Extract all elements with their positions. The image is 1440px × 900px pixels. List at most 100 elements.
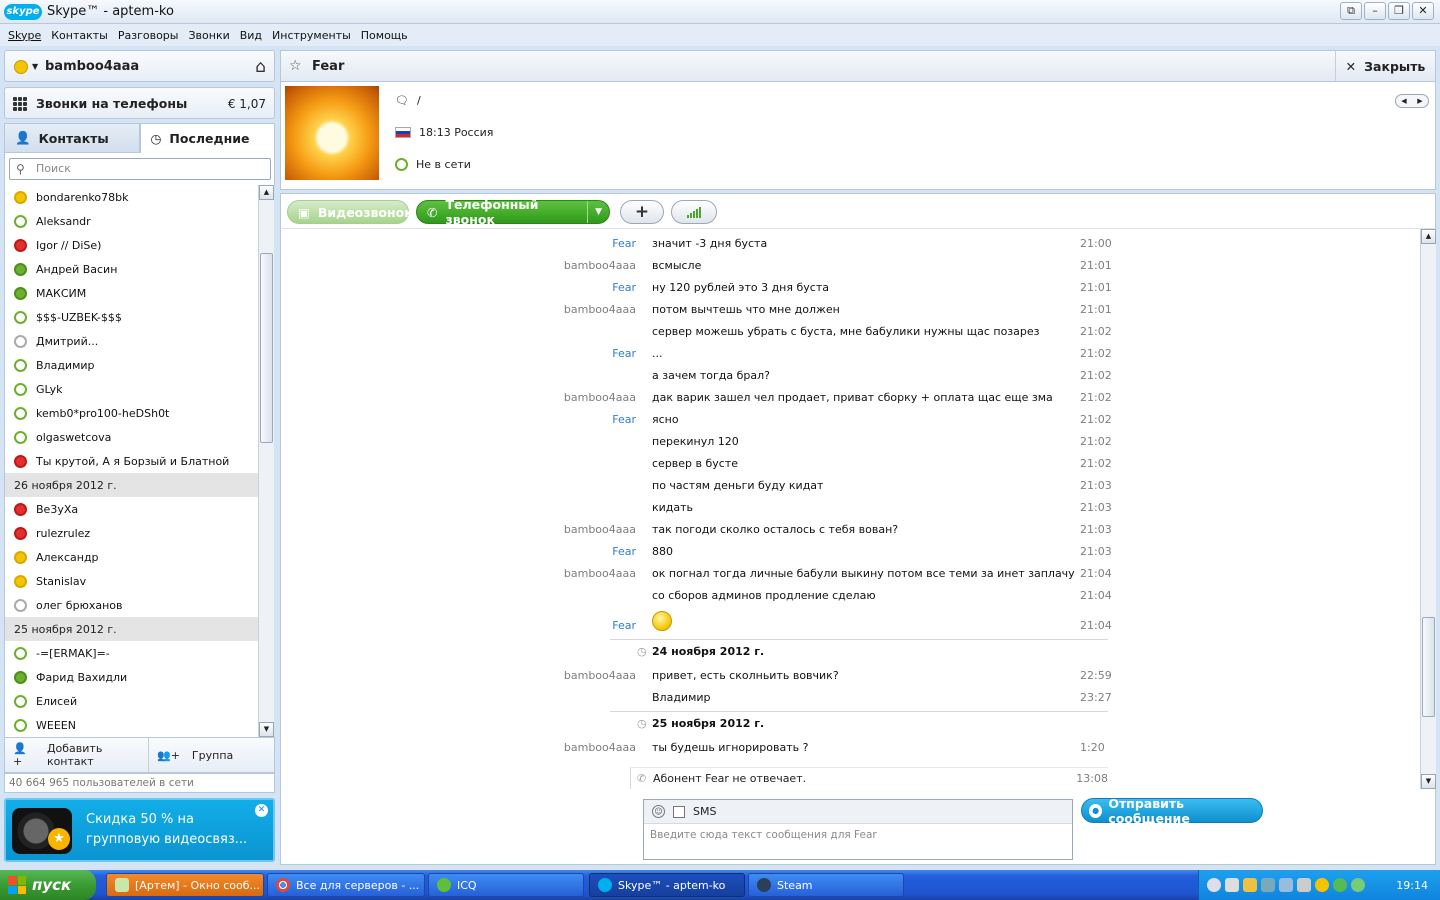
profile-bar[interactable]: ▼ bamboo4aaa ⌂ xyxy=(4,50,275,82)
message-sender[interactable]: Fear xyxy=(612,413,636,426)
contact-item[interactable]: Ты крутой, А я Борзый и Блатной xyxy=(5,449,258,473)
add-contact-button[interactable]: 👤+ Добавить контакт xyxy=(5,738,149,772)
contact-item[interactable]: Be3yXa xyxy=(5,497,258,521)
contact-item[interactable]: -=[ERMAK]=- xyxy=(5,641,258,665)
contact-avatar[interactable] xyxy=(285,86,379,180)
contact-item[interactable]: GLyk xyxy=(5,377,258,401)
sms-checkbox[interactable] xyxy=(673,805,685,818)
close-chat-button[interactable]: ✕ Закрыть xyxy=(1335,51,1435,81)
tray-steam-icon[interactable] xyxy=(1225,878,1239,892)
menu-calls[interactable]: Звонки xyxy=(188,29,229,42)
tray-icq-icon[interactable] xyxy=(1333,878,1347,892)
tray-skype-icon[interactable] xyxy=(1315,878,1329,892)
taskbar-item-chat[interactable]: [Артем] - Окно сооб... xyxy=(106,873,264,897)
message-input-box[interactable]: ☺ SMS Введите сюда текст сообщения для F… xyxy=(643,799,1073,860)
call-phones-bar[interactable]: Звонки на телефоны € 1,07 xyxy=(4,87,275,119)
status-away-icon[interactable] xyxy=(14,60,28,74)
tray-monitor-icon[interactable] xyxy=(1279,878,1293,892)
chat-scrollbar[interactable]: ▲ ▼ xyxy=(1420,229,1436,789)
scroll-down-arrow-icon[interactable]: ▼ xyxy=(1421,774,1436,789)
close-promo-icon[interactable]: ✕ xyxy=(255,804,268,817)
contact-item[interactable]: Igor // DiSe) xyxy=(5,233,258,257)
maximize-button[interactable]: ❐ xyxy=(1388,2,1410,20)
close-button[interactable]: ✕ xyxy=(1412,2,1434,20)
scroll-up-arrow-icon[interactable]: ▲ xyxy=(259,185,274,200)
tray-flower-icon[interactable] xyxy=(1351,878,1365,892)
start-button[interactable]: пуск xyxy=(0,870,96,900)
tray-app-icon[interactable] xyxy=(1243,878,1257,892)
message-sender[interactable]: bamboo4aaa xyxy=(564,303,636,316)
contact-item[interactable]: Владимир xyxy=(5,353,258,377)
tab-recent[interactable]: ◷ Последние xyxy=(139,123,275,153)
home-icon[interactable]: ⌂ xyxy=(255,57,266,77)
contact-item[interactable]: $$$-UZBEK-$$$ xyxy=(5,305,258,329)
tab-contacts[interactable]: 👤 Контакты xyxy=(4,123,140,153)
message-sender[interactable]: Fear xyxy=(612,347,636,360)
profile-nav-arrows[interactable]: ◀ ▶ xyxy=(1395,94,1429,108)
contact-item[interactable]: Stanislav xyxy=(5,569,258,593)
contact-item[interactable]: rulezrulez xyxy=(5,521,258,545)
message-sender[interactable]: bamboo4aaa xyxy=(564,259,636,272)
message-sender[interactable]: Fear xyxy=(612,619,636,632)
left-arrow-icon[interactable]: ◀ xyxy=(1396,95,1412,107)
right-arrow-icon[interactable]: ▶ xyxy=(1412,95,1428,107)
menu-tools[interactable]: Инструменты xyxy=(272,29,351,42)
minimize-button[interactable]: – xyxy=(1364,2,1386,20)
menu-contacts[interactable]: Контакты xyxy=(51,29,108,42)
scroll-thumb[interactable] xyxy=(260,253,273,443)
search-input[interactable]: Поиск xyxy=(9,158,271,180)
contact-item[interactable]: Александр xyxy=(5,545,258,569)
restore-alt-button[interactable]: ⧉ xyxy=(1340,2,1362,20)
profile-name[interactable]: bamboo4aaa xyxy=(45,59,139,74)
contact-item[interactable]: Дмитрий... xyxy=(5,329,258,353)
contact-item[interactable]: Андрей Васин xyxy=(5,257,258,281)
contact-item[interactable]: WEEEN xyxy=(5,713,258,737)
skype-credit[interactable]: € 1,07 xyxy=(228,97,266,111)
contact-item[interactable]: олег брюханов xyxy=(5,593,258,617)
contact-item[interactable]: МАКСИМ xyxy=(5,281,258,305)
menu-help[interactable]: Помощь xyxy=(361,29,408,42)
contact-item[interactable]: kemb0*pro100-heDSh0t xyxy=(5,401,258,425)
contact-item[interactable]: bondarenko78bk xyxy=(5,185,258,209)
group-button[interactable]: 👥+ Группа xyxy=(149,738,233,772)
contact-item[interactable]: Aleksandr xyxy=(5,209,258,233)
menu-skype[interactable]: Skype xyxy=(8,29,41,42)
taskbar-item-icq[interactable]: ICQ xyxy=(428,873,584,897)
favorite-star-icon[interactable]: ☆ xyxy=(289,58,302,74)
video-call-button[interactable]: ▣ Видеозвонок xyxy=(287,200,413,224)
scroll-up-arrow-icon[interactable]: ▲ xyxy=(1421,229,1436,244)
message-sender[interactable]: Fear xyxy=(612,237,636,250)
emoticon-icon[interactable]: ☺ xyxy=(652,805,665,818)
taskbar-item-steam[interactable]: Steam xyxy=(748,873,904,897)
message-sender[interactable]: bamboo4aaa xyxy=(564,523,636,536)
taskbar-item-skype[interactable]: Skype™ - aptem-ko xyxy=(589,873,745,897)
message-sender[interactable]: bamboo4aaa xyxy=(564,741,636,754)
chevron-down-icon[interactable]: ▼ xyxy=(587,201,609,223)
smile-emoticon-icon xyxy=(652,611,672,631)
message-sender[interactable]: bamboo4aaa xyxy=(564,567,636,580)
message-sender[interactable]: Fear xyxy=(612,281,636,294)
send-message-button[interactable]: ● Отправить сообщение xyxy=(1081,796,1263,826)
scroll-thumb[interactable] xyxy=(1422,617,1435,717)
contact-item[interactable]: olgaswetcova xyxy=(5,425,258,449)
add-button[interactable]: + xyxy=(620,200,664,224)
phone-call-button[interactable]: ✆ Телефонный звонок ▼ xyxy=(416,197,610,227)
message-input[interactable]: Введите сюда текст сообщения для Fear xyxy=(650,829,877,841)
scroll-down-arrow-icon[interactable]: ▼ xyxy=(259,722,274,737)
taskbar-item-chrome[interactable]: Все для серверов - ... xyxy=(267,873,425,897)
volume-icon[interactable] xyxy=(1297,878,1311,892)
tray-network-icon[interactable] xyxy=(1261,878,1275,892)
chevron-down-icon[interactable]: ▼ xyxy=(32,62,38,71)
message-sender[interactable]: Fear xyxy=(612,545,636,558)
promo-banner[interactable]: ★ Скидка 50 % на групповую видеосвяз... ✕ xyxy=(4,798,275,862)
contact-item[interactable]: Елисей xyxy=(5,689,258,713)
menu-view[interactable]: Вид xyxy=(240,29,262,42)
contact-item[interactable]: Фарид Вахидли xyxy=(5,665,258,689)
tray-arrow-icon[interactable] xyxy=(1207,878,1221,892)
menu-conversations[interactable]: Разговоры xyxy=(118,29,179,42)
message-sender[interactable]: bamboo4aaa xyxy=(564,391,636,404)
contact-list-scrollbar[interactable]: ▲ ▼ xyxy=(258,185,274,737)
contact-name: Дмитрий... xyxy=(36,334,99,348)
message-sender[interactable]: bamboo4aaa xyxy=(564,669,636,682)
call-quality-button[interactable] xyxy=(671,200,717,224)
